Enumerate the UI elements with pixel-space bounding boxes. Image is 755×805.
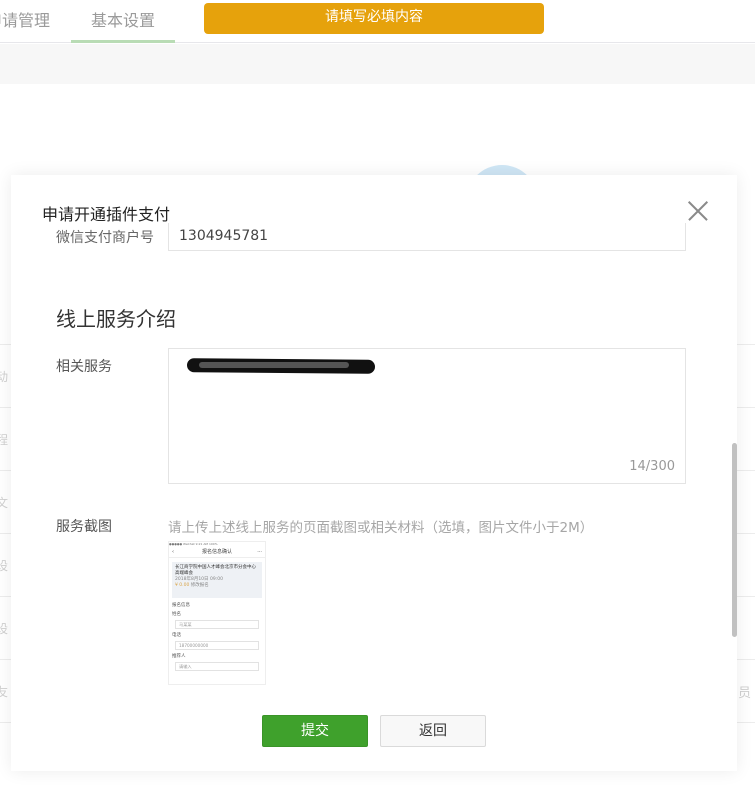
submit-button[interactable]: 提交 — [262, 715, 368, 747]
background-row-text: 动 — [0, 370, 9, 384]
background-row-text: 文 — [0, 496, 9, 510]
service-screenshot-label: 服务截图 — [56, 519, 112, 535]
redacted-text — [199, 362, 349, 368]
thumb-card-price: ¥ 0.00 — [175, 583, 190, 588]
dialog-body[interactable]: 微信支付商户号 1304945781 线上服务介绍 相关服务 14/300 服务… — [11, 175, 737, 771]
thumb-field-value: 请输入 — [175, 662, 259, 671]
related-service-label: 相关服务 — [56, 359, 112, 375]
background-row-text-right: 员 — [738, 686, 752, 701]
thumb-nav-title: 报名信息确认 — [201, 549, 232, 555]
section-title: 线上服务介绍 — [56, 307, 176, 331]
background-row-text: 程 — [0, 433, 9, 447]
thumb-field-label: 推荐人 — [172, 654, 186, 659]
thumb-nav-bar: ‹ 报名信息确认 ··· — [169, 547, 265, 558]
merchant-id-label: 微信支付商户号 — [56, 230, 154, 246]
thumb-event-card: 长江商学院中国人才峰会北京市分会中心 高端峰会 2018年8月10日 09:00… — [172, 562, 262, 598]
background-row-text: 设 — [0, 559, 9, 573]
thumb-field-label: 姓名 — [172, 612, 181, 617]
tab-basic-settings[interactable]: 基本设置 — [91, 10, 155, 32]
apply-plugin-payment-dialog: 微信支付商户号 1304945781 线上服务介绍 相关服务 14/300 服务… — [11, 175, 737, 771]
close-icon[interactable] — [687, 200, 709, 222]
upload-hint: 请上传上述线上服务的页面截图或相关材料（选填，图片文件小于2M） — [168, 520, 594, 536]
tab-application-management[interactable]: 申请管理 — [0, 10, 50, 32]
back-icon: ‹ — [172, 549, 174, 555]
dialog-scrollbar[interactable] — [732, 443, 737, 637]
background-row-text: 友 — [0, 685, 9, 699]
dialog-header: 申请开通插件支付 — [11, 175, 737, 224]
char-counter: 14/300 — [629, 459, 675, 474]
active-tab-indicator — [71, 40, 175, 43]
thumb-card-title: 长江商学院中国人才峰会北京市分会中心 高端峰会 — [175, 565, 256, 576]
thumb-field-value: 马某某 — [175, 620, 259, 629]
thumb-carrier: ●●●●● WeChat — [169, 542, 195, 546]
thumb-time: 9:21 AM — [195, 542, 209, 546]
more-icon: ··· — [257, 549, 262, 555]
back-button[interactable]: 返回 — [380, 715, 486, 747]
background-toolbar-strip — [0, 44, 755, 84]
validation-toast: 请填写必填内容 — [204, 3, 544, 34]
related-service-textarea[interactable]: 14/300 — [168, 348, 686, 484]
thumb-battery: 100% — [208, 542, 218, 546]
thumb-card-action: 修改报名 — [190, 583, 209, 588]
thumb-field-value: 18700000000 — [175, 641, 259, 650]
uploaded-screenshot-thumbnail[interactable]: ●●●●● WeChat 9:21 AM 100% ‹ 报名信息确认 ··· 长… — [168, 541, 266, 685]
dialog-title: 申请开通插件支付 — [42, 205, 171, 224]
thumb-section-label: 报名信息 — [172, 603, 190, 608]
thumb-field-label: 电话 — [172, 633, 181, 638]
background-row-text: 设 — [0, 622, 9, 636]
